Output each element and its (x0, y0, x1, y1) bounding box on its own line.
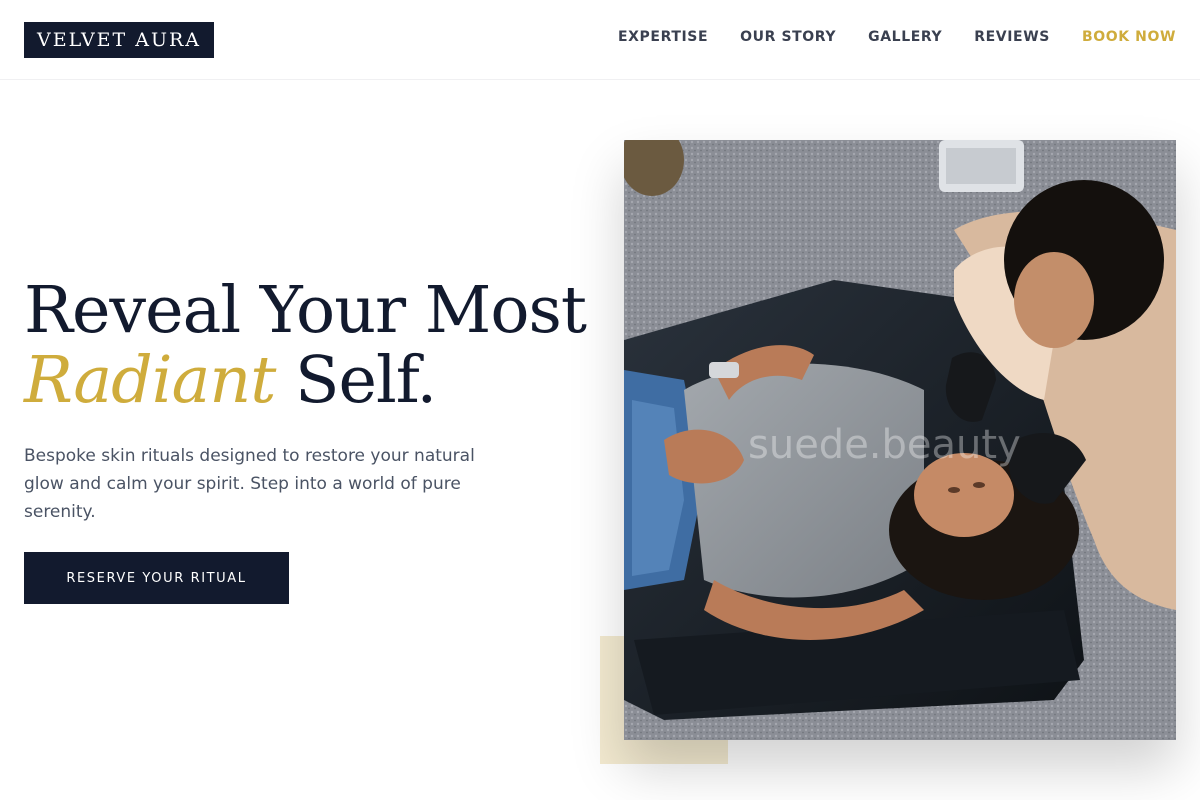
nav-link-reviews[interactable]: REVIEWS (974, 29, 1050, 45)
hero-description: Bespoke skin rituals designed to restore… (24, 446, 475, 522)
nav-link-our-story[interactable]: OUR STORY (740, 29, 836, 45)
hero-headline: Reveal Your Most Radiant Self. (24, 276, 604, 416)
nav-link-book-now[interactable]: BOOK NOW (1082, 29, 1176, 45)
nav-menu: EXPERTISE OUR STORY GALLERY REVIEWS BOOK… (618, 29, 1176, 45)
headline-tail: Self. (295, 343, 437, 418)
reserve-ritual-button[interactable]: RESERVE YOUR RITUAL (24, 552, 289, 604)
nav-link-expertise[interactable]: EXPERTISE (618, 29, 708, 45)
hero-photo: suede.beauty (624, 140, 1176, 740)
top-navigation: VELVET AURA EXPERTISE OUR STORY GALLERY … (0, 0, 1200, 80)
headline-accent-word: Radiant (24, 343, 276, 418)
brand-logo[interactable]: VELVET AURA (24, 22, 214, 58)
hero-content: Reveal Your Most Radiant Self. Bespoke s… (24, 276, 604, 604)
nav-link-gallery[interactable]: GALLERY (868, 29, 942, 45)
photo-watermark: suede.beauty (748, 422, 1021, 468)
headline-line-1: Reveal Your Most (24, 273, 587, 348)
facial-treatment-illustration: suede.beauty (624, 140, 1176, 740)
